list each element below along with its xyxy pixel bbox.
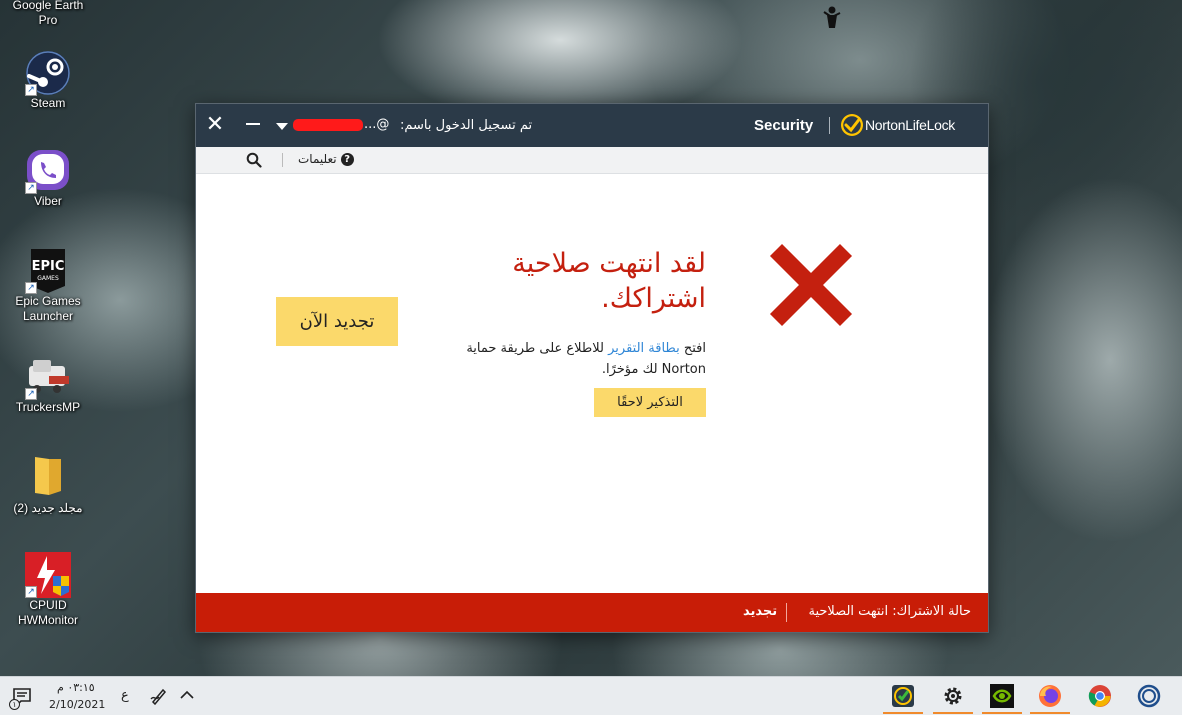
pen-workspace-icon[interactable] xyxy=(150,687,168,705)
renew-now-button[interactable]: تجديد الآن xyxy=(276,297,398,346)
desktop-icon-label: TruckersMP xyxy=(15,400,81,414)
report-card-description: افتح بطاقة التقرير للاطلاع على طريقة حما… xyxy=(426,338,706,380)
report-card-link[interactable]: بطاقة التقرير xyxy=(608,341,680,356)
chevron-up-icon[interactable] xyxy=(180,689,194,701)
desktop-icon-steam[interactable]: ↗ Steam xyxy=(8,50,88,111)
clock-time[interactable]: ٠٣:١٥ م xyxy=(57,681,95,694)
taskbar: ١ ٠٣:١٥ م 2/10/2021 ع xyxy=(0,676,1182,715)
subtext-prefix: افتح xyxy=(683,341,706,356)
taskbar-cortana[interactable] xyxy=(1129,679,1169,714)
taskbar-settings[interactable] xyxy=(933,679,973,714)
active-indicator xyxy=(933,712,973,714)
language-indicator[interactable]: ع xyxy=(121,688,129,703)
desktop-icon-new-folder[interactable]: مجلد جديد (2) xyxy=(8,455,88,516)
search-icon[interactable] xyxy=(246,152,262,168)
minimize-button[interactable] xyxy=(246,123,260,125)
product-name: Security xyxy=(754,117,814,134)
norton-check-icon xyxy=(841,114,863,136)
close-button[interactable]: ✕ xyxy=(204,114,226,136)
hwmonitor-icon: ↗ xyxy=(25,552,71,598)
taskbar-chrome[interactable] xyxy=(1080,679,1120,714)
desktop-icon-label: CPUID HWMonitor xyxy=(17,598,78,627)
subscription-status-bar: حالة الاشتراك: انتهت الصلاحية تجديد xyxy=(196,593,988,632)
expired-headline: لقد انتهت صلاحية اشتراكك. xyxy=(512,248,706,314)
chrome-icon xyxy=(1088,685,1111,707)
folder-icon xyxy=(25,455,71,501)
desktop-icon-label: Steam xyxy=(30,96,66,110)
epic-games-icon: EPIC GAMES ↗ xyxy=(25,248,71,294)
taskbar-nvidia[interactable] xyxy=(982,679,1022,714)
redacted-account-name xyxy=(293,119,363,131)
help-icon: ? xyxy=(340,153,354,166)
remind-later-button[interactable]: التذكير لاحقًا xyxy=(594,388,706,417)
logged-in-label: تم تسجيل الدخول باسم: xyxy=(400,118,533,133)
active-indicator xyxy=(1030,712,1070,714)
titlebar-divider xyxy=(829,117,830,134)
settings-gear-icon xyxy=(944,687,962,705)
window-titlebar: ✕ ...@ تم تسجيل الدخول باسم: Security No… xyxy=(196,104,988,147)
desktop-icon-google-earth[interactable]: Google Earth Pro xyxy=(8,0,88,28)
desktop-icon-label: Epic Games Launcher xyxy=(15,294,81,323)
desktop-icon-hwmonitor[interactable]: ↗ CPUID HWMonitor xyxy=(8,552,88,628)
active-indicator xyxy=(982,712,1022,714)
footer-divider xyxy=(786,603,787,622)
shortcut-arrow-icon: ↗ xyxy=(25,388,37,400)
taskbar-norton[interactable] xyxy=(883,679,923,714)
renew-link[interactable]: تجديد xyxy=(743,604,777,619)
svg-text:EPIC: EPIC xyxy=(32,259,65,274)
nortonlifelock-logo: NortonLifeLock xyxy=(841,114,971,138)
firefox-icon xyxy=(1039,685,1061,707)
expired-x-icon xyxy=(769,243,853,327)
surfer-figure xyxy=(823,6,841,28)
desktop-icon-label: مجلد جديد (2) xyxy=(13,501,83,515)
brand-name: NortonLifeLock xyxy=(865,117,955,133)
shortcut-arrow-icon: ↗ xyxy=(25,84,37,96)
desktop-icon-viber[interactable]: ↗ Viber xyxy=(8,148,88,209)
viber-icon: ↗ xyxy=(25,148,71,194)
subscription-status: حالة الاشتراك: انتهت الصلاحية xyxy=(809,604,972,619)
norton-security-window: ✕ ...@ تم تسجيل الدخول باسم: Security No… xyxy=(195,103,989,633)
active-indicator xyxy=(883,712,923,714)
shortcut-arrow-icon: ↗ xyxy=(25,282,37,294)
help-menu[interactable]: ?تعليمات xyxy=(298,152,354,166)
desktop-icon-epic-games[interactable]: EPIC GAMES ↗ Epic Games Launcher xyxy=(8,248,88,324)
shortcut-arrow-icon: ↗ xyxy=(25,586,37,598)
cortana-ring-icon xyxy=(1137,684,1161,708)
taskbar-firefox[interactable] xyxy=(1030,679,1070,714)
norton-app-icon xyxy=(892,685,914,707)
account-dropdown-caret-icon[interactable] xyxy=(276,123,288,130)
desktop-icon-truckersmp[interactable]: ↗ TruckersMP xyxy=(8,354,88,415)
shortcut-arrow-icon: ↗ xyxy=(25,182,37,194)
desktop-icon-label: Google Earth Pro xyxy=(12,0,84,27)
steam-icon: ↗ xyxy=(25,50,71,96)
account-email-suffix[interactable]: ...@ xyxy=(364,117,389,132)
status-value: انتهت الصلاحية xyxy=(808,604,889,619)
nvidia-icon xyxy=(990,684,1014,708)
toolbar-divider xyxy=(282,153,283,167)
notification-badge: ١ xyxy=(9,699,20,710)
clock-date[interactable]: 2/10/2021 xyxy=(49,698,105,711)
svg-text:GAMES: GAMES xyxy=(37,275,59,282)
help-label: تعليمات xyxy=(298,152,337,166)
truck-icon: ↗ xyxy=(25,354,71,400)
desktop-icon-label: Viber xyxy=(34,194,62,208)
status-label: حالة الاشتراك: xyxy=(892,604,971,619)
window-toolbar: ?تعليمات xyxy=(196,147,988,174)
